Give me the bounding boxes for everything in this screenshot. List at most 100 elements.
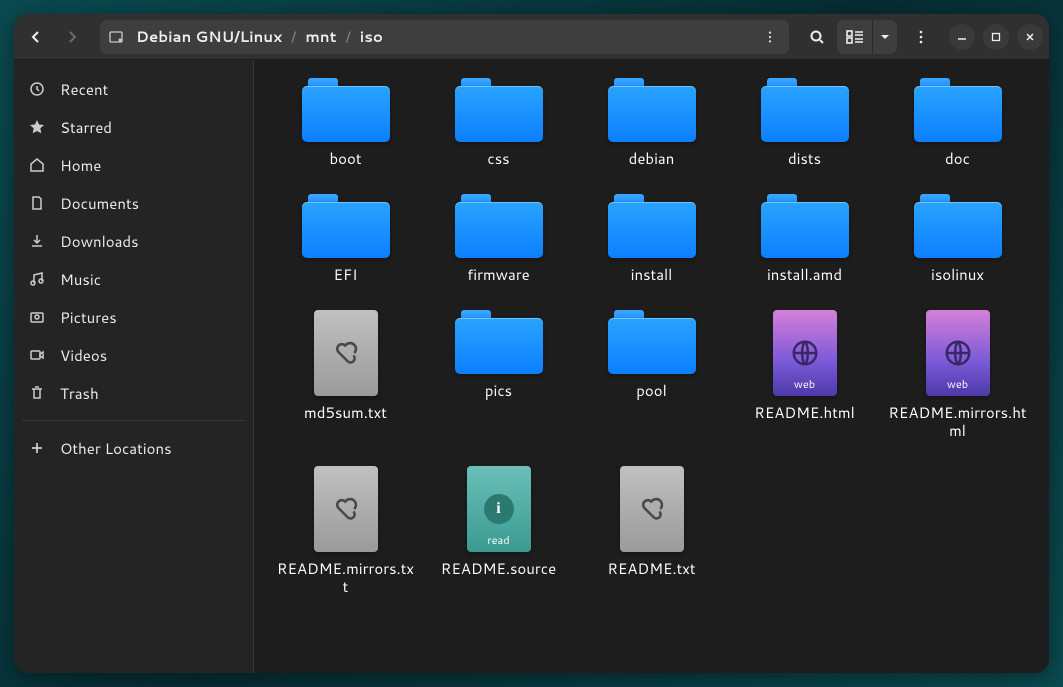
sidebar-item-starred[interactable]: Starred (14, 108, 253, 146)
view-dropdown-button[interactable] (873, 20, 897, 54)
sidebar-item-label: Trash (60, 383, 99, 404)
file-readme-html[interactable]: web README.html (733, 310, 876, 440)
item-label: debian (629, 150, 675, 168)
sidebar-item-pictures[interactable]: Pictures (14, 298, 253, 336)
clock-icon (28, 80, 46, 98)
folder-css[interactable]: css (427, 78, 570, 168)
sidebar-item-label: Other Locations (60, 438, 172, 459)
file-manager-window: Debian GNU/Linux / mnt / iso (14, 14, 1049, 673)
file-grid: boot css debian dists doc EFI firmware i… (254, 60, 1049, 673)
folder-pics[interactable]: pics (427, 310, 570, 440)
folder-isolinux[interactable]: isolinux (886, 194, 1029, 284)
sidebar-item-other-locations[interactable]: Other Locations (14, 429, 253, 467)
folder-doc[interactable]: doc (886, 78, 1029, 168)
item-label: md5sum.txt (304, 404, 387, 422)
folder-efi[interactable]: EFI (274, 194, 417, 284)
text-file-icon (314, 310, 378, 396)
sidebar-item-music[interactable]: Music (14, 260, 253, 298)
item-label: EFI (334, 266, 358, 284)
maximize-button[interactable] (983, 24, 1009, 50)
item-label: README.source (441, 560, 556, 578)
folder-icon (455, 78, 543, 142)
downloads-icon (28, 232, 46, 250)
sidebar-item-recent[interactable]: Recent (14, 70, 253, 108)
breadcrumb-root[interactable]: Debian GNU/Linux (130, 24, 288, 49)
sidebar-item-label: Home (60, 155, 101, 176)
folder-icon (608, 310, 696, 374)
folder-dists[interactable]: dists (733, 78, 876, 168)
sidebar-item-label: Pictures (60, 307, 117, 328)
path-bar: Debian GNU/Linux / mnt / iso (100, 20, 789, 54)
web-file-icon: web (926, 310, 990, 396)
folder-icon (302, 194, 390, 258)
file-type-tag: web (773, 376, 837, 392)
view-mode-switcher (837, 20, 897, 54)
folder-firmware[interactable]: firmware (427, 194, 570, 284)
sidebar-item-label: Recent (60, 79, 108, 100)
close-button[interactable] (1017, 24, 1043, 50)
file-readme-mirrors-txt[interactable]: README.mirrors.txt (274, 466, 417, 596)
folder-icon (455, 194, 543, 258)
folder-icon (608, 78, 696, 142)
item-label: README.txt (607, 560, 695, 578)
item-label: README.mirrors.txt (276, 560, 416, 596)
sidebar-item-label: Documents (60, 193, 139, 214)
file-readme-source[interactable]: iread README.source (427, 466, 570, 596)
breadcrumb-separator: / (344, 26, 351, 47)
sidebar-item-videos[interactable]: Videos (14, 336, 253, 374)
web-file-icon: web (773, 310, 837, 396)
folder-icon (761, 194, 849, 258)
sidebar-item-home[interactable]: Home (14, 146, 253, 184)
sidebar-item-documents[interactable]: Documents (14, 184, 253, 222)
file-md5sum[interactable]: md5sum.txt (274, 310, 417, 440)
videos-icon (28, 346, 46, 364)
sidebar: Recent Starred Home Documents Downloads … (14, 60, 254, 673)
folder-boot[interactable]: boot (274, 78, 417, 168)
pictures-icon (28, 308, 46, 326)
path-menu-button[interactable] (755, 23, 785, 51)
text-file-icon (314, 466, 378, 552)
breadcrumb-separator: / (290, 26, 297, 47)
readme-file-icon: iread (467, 466, 531, 552)
file-type-tag: read (467, 532, 531, 548)
folder-icon (608, 194, 696, 258)
folder-icon (914, 194, 1002, 258)
sidebar-item-label: Videos (60, 345, 107, 366)
forward-button[interactable] (56, 21, 88, 53)
hamburger-menu-button[interactable] (905, 21, 937, 53)
sidebar-item-downloads[interactable]: Downloads (14, 222, 253, 260)
item-label: install.amd (767, 266, 842, 284)
file-type-tag: web (926, 376, 990, 392)
folder-icon (455, 310, 543, 374)
sidebar-item-trash[interactable]: Trash (14, 374, 253, 412)
sidebar-item-label: Starred (60, 117, 112, 138)
folder-icon (914, 78, 1002, 142)
item-label: boot (329, 150, 361, 168)
folder-pool[interactable]: pool (580, 310, 723, 440)
back-button[interactable] (20, 21, 52, 53)
folder-debian[interactable]: debian (580, 78, 723, 168)
breadcrumb-mnt[interactable]: mnt (299, 24, 342, 49)
item-label: isolinux (931, 266, 984, 284)
documents-icon (28, 194, 46, 212)
breadcrumb-iso[interactable]: iso (354, 24, 389, 49)
music-icon (28, 270, 46, 288)
item-label: pics (485, 382, 512, 400)
minimize-button[interactable] (949, 24, 975, 50)
item-label: doc (945, 150, 970, 168)
folder-installamd[interactable]: install.amd (733, 194, 876, 284)
file-readme-txt[interactable]: README.txt (580, 466, 723, 596)
home-icon (28, 156, 46, 174)
folder-install[interactable]: install (580, 194, 723, 284)
trash-icon (28, 384, 46, 402)
item-label: css (487, 150, 509, 168)
item-label: dists (788, 150, 821, 168)
sidebar-item-label: Downloads (60, 231, 139, 252)
file-readme-mirrors-html[interactable]: webREADME.mirrors.html (886, 310, 1029, 440)
disk-icon (108, 29, 124, 45)
star-icon (28, 118, 46, 136)
search-button[interactable] (801, 21, 833, 53)
view-list-button[interactable] (837, 20, 873, 54)
item-label: README.html (754, 404, 854, 422)
item-label: install (631, 266, 673, 284)
